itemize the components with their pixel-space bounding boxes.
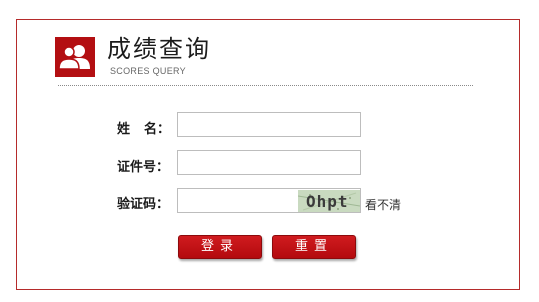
refresh-captcha-link[interactable]: 看不清 bbox=[365, 198, 401, 213]
name-label: 姓名： bbox=[117, 122, 170, 138]
users-icon bbox=[55, 37, 95, 77]
page-title: 成绩查询 bbox=[107, 35, 211, 63]
header-divider bbox=[58, 85, 473, 86]
id-number-label: 证件号： bbox=[117, 160, 170, 175]
name-label-part2: 名： bbox=[144, 122, 171, 137]
reset-button[interactable]: 重置 bbox=[272, 235, 356, 259]
captcha-text: Ohpt bbox=[306, 192, 349, 211]
captcha-label: 验证码： bbox=[117, 197, 170, 212]
name-input[interactable] bbox=[177, 112, 361, 137]
id-number-input[interactable] bbox=[177, 150, 361, 175]
captcha-image[interactable]: Ohpt bbox=[298, 190, 360, 212]
name-label-part1: 姓 bbox=[117, 122, 131, 137]
page-subtitle: SCORES QUERY bbox=[110, 66, 186, 76]
login-button[interactable]: 登录 bbox=[178, 235, 262, 259]
